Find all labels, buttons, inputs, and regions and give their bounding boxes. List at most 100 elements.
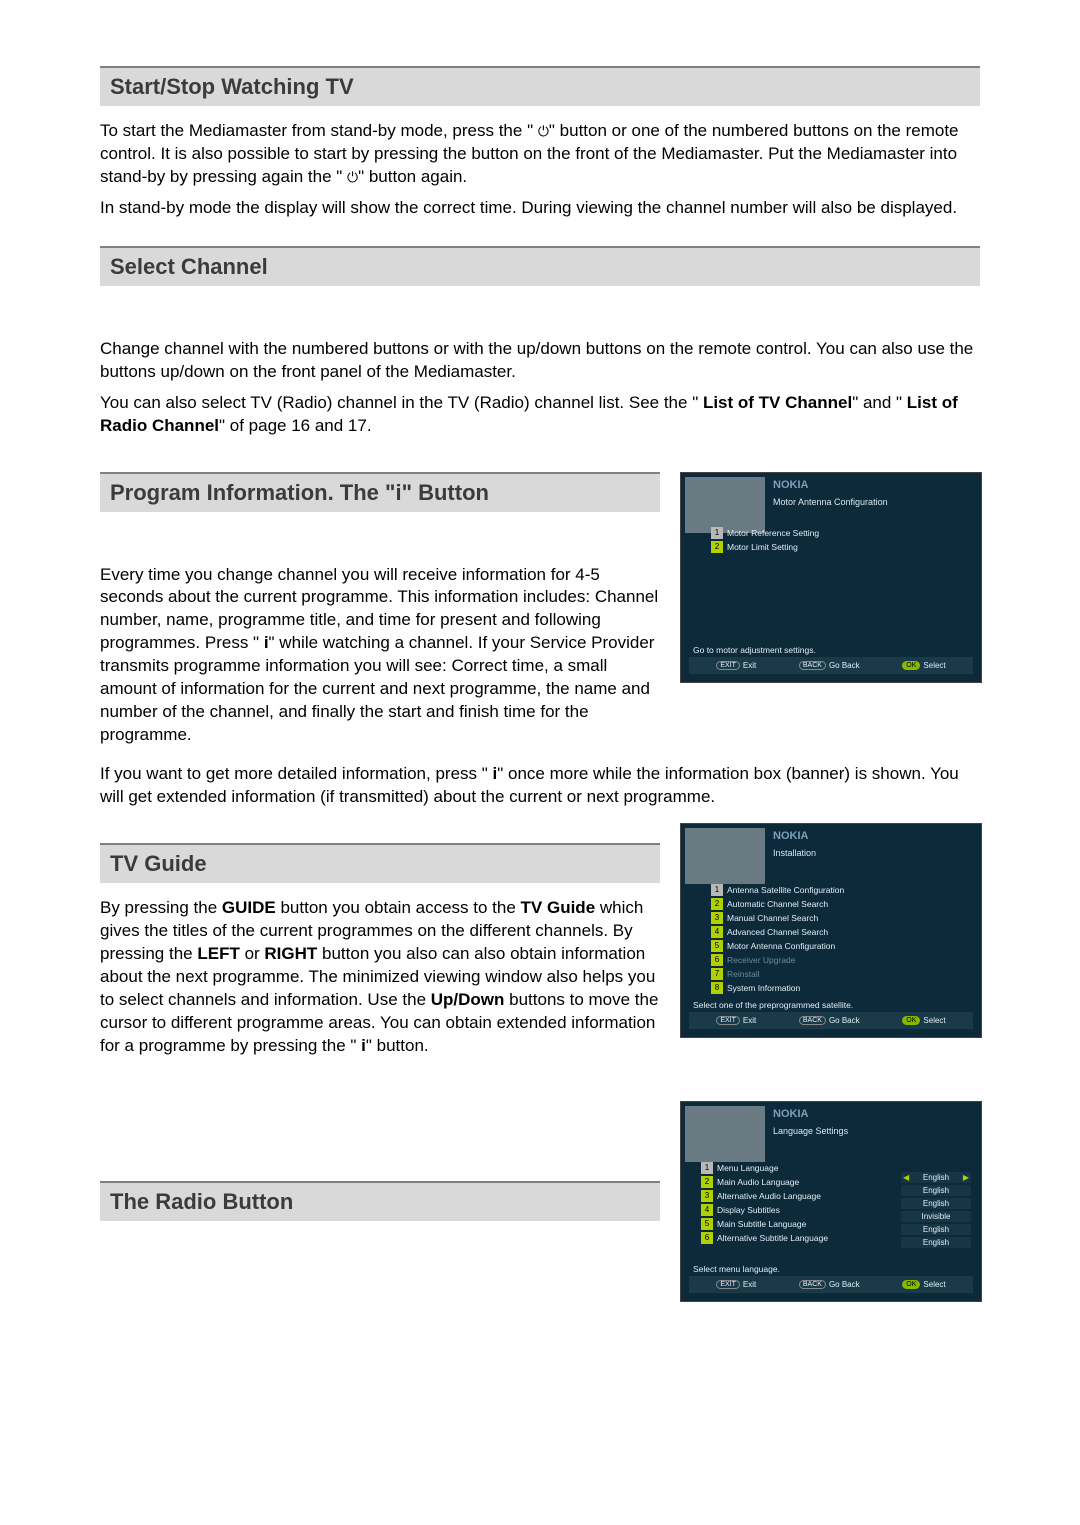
pill: BACK [799,661,826,670]
triangle-left-icon: ◀ [901,1173,911,1182]
menu-item: 7Reinstall [711,968,973,980]
menu-label: System Information [727,983,800,993]
menu-label: Motor Antenna Configuration [727,941,835,951]
label: Exit [743,661,756,670]
menu-label: Reinstall [727,969,760,979]
menu-hint: Select menu language. [693,1264,973,1274]
menu-item: 8System Information [711,982,973,994]
text-bold: GUIDE [222,898,276,917]
text: " and " [852,393,907,412]
screenshot-language: NOKIA Language Settings 1Menu Language 2… [680,1101,982,1302]
text: To start the Mediamaster from stand-by m… [100,121,538,140]
label: Select [923,661,945,670]
para: To start the Mediamaster from stand-by m… [100,120,980,189]
menu-label: Alternative Audio Language [717,1191,821,1201]
value: English [901,1185,971,1196]
menu-label: Antenna Satellite Configuration [727,885,844,895]
heading-program-info: Program Information. The "i" Button [100,472,660,512]
heading-select-channel: Select Channel [100,246,980,286]
screenshot-motor: NOKIA Motor Antenna Configuration 1Motor… [680,472,982,683]
video-thumb [685,1106,765,1162]
brand: NOKIA [773,830,977,842]
menu-label: Motor Reference Setting [727,528,819,538]
label: Exit [743,1016,756,1025]
label: Select [923,1280,945,1289]
label: Go Back [829,1016,860,1025]
text: If you want to get more detailed informa… [100,764,493,783]
menu-item: 3Manual Channel Search [711,912,973,924]
menu-label: Automatic Channel Search [727,899,828,909]
value: English [901,1224,971,1235]
label: Select [923,1016,945,1025]
value-column: ◀ English ▶ English English Invisible Engl… [901,1170,971,1250]
label: Go Back [829,1280,860,1289]
para: Change channel with the numbered buttons… [100,338,980,384]
heading-radio-button: The Radio Button [100,1181,660,1221]
text: " button. [366,1036,429,1055]
brand: NOKIA [773,479,977,491]
power-icon [347,166,358,189]
pill: OK [902,1016,920,1025]
pill: OK [902,661,920,670]
menu-label: Main Subtitle Language [717,1219,806,1229]
text-bold: RIGHT [264,944,317,963]
menu-item: 6Receiver Upgrade [711,954,973,966]
text: You can also select TV (Radio) channel i… [100,393,703,412]
pill: EXIT [716,1280,740,1289]
power-icon [538,120,549,143]
pill: OK [902,1280,920,1289]
menu-label: Motor Limit Setting [727,542,798,552]
value: English [901,1198,971,1209]
value: English [901,1237,971,1248]
para: If you want to get more detailed informa… [100,763,980,809]
text-bold: List of TV Channel [703,393,852,412]
text: " of page 16 and 17. [219,416,372,435]
menu-item: 4Advanced Channel Search [711,926,973,938]
triangle-right-icon: ▶ [961,1173,971,1182]
para: In stand-by mode the display will show t… [100,197,980,220]
text: By pressing the [100,898,222,917]
value: Invisible [901,1211,971,1222]
menu-item: 2Automatic Channel Search [711,898,973,910]
menu-title: Installation [773,848,977,858]
menu-hint: Go to motor adjustment settings. [693,645,973,655]
menu-label: Display Subtitles [717,1205,780,1215]
menu-item: 1Motor Reference Setting [711,527,973,539]
heading-tv-guide: TV Guide [100,843,660,883]
text: " button again. [358,167,467,186]
text-bold: Up/Down [431,990,505,1009]
para: By pressing the GUIDE button you obtain … [100,897,660,1058]
menu-label: Receiver Upgrade [727,955,796,965]
text: or [240,944,265,963]
pill: BACK [799,1280,826,1289]
menu-label: Advanced Channel Search [727,927,828,937]
para: Every time you change channel you will r… [100,564,660,748]
pill: BACK [799,1016,826,1025]
menu-hint: Select one of the preprogrammed satellit… [693,1000,973,1010]
brand: NOKIA [773,1108,977,1120]
video-thumb [685,477,765,533]
label: Exit [743,1280,756,1289]
menu-label: Alternative Subtitle Language [717,1233,828,1243]
menu-title: Motor Antenna Configuration [773,497,977,507]
button-bar: EXITExit BACKGo Back OKSelect [689,1276,973,1293]
menu-label: Manual Channel Search [727,913,818,923]
label: Go Back [829,661,860,670]
text-bold: LEFT [197,944,240,963]
pill: EXIT [716,1016,740,1025]
button-bar: EXITExit BACKGo Back OKSelect [689,657,973,674]
heading-start-stop: Start/Stop Watching TV [100,66,980,106]
menu-item: 1Antenna Satellite Configuration [711,884,973,896]
pill: EXIT [716,661,740,670]
text-bold: TV Guide [521,898,596,917]
menu-label: Menu Language [717,1163,778,1173]
button-bar: EXITExit BACKGo Back OKSelect [689,1012,973,1029]
menu-item: 5Motor Antenna Configuration [711,940,973,952]
video-thumb [685,828,765,884]
value: English [923,1173,949,1182]
para: You can also select TV (Radio) channel i… [100,392,980,438]
menu-item: 2Motor Limit Setting [711,541,973,553]
menu-label: Main Audio Language [717,1177,799,1187]
menu-title: Language Settings [773,1126,977,1136]
screenshot-installation: NOKIA Installation 1Antenna Satellite Co… [680,823,982,1038]
